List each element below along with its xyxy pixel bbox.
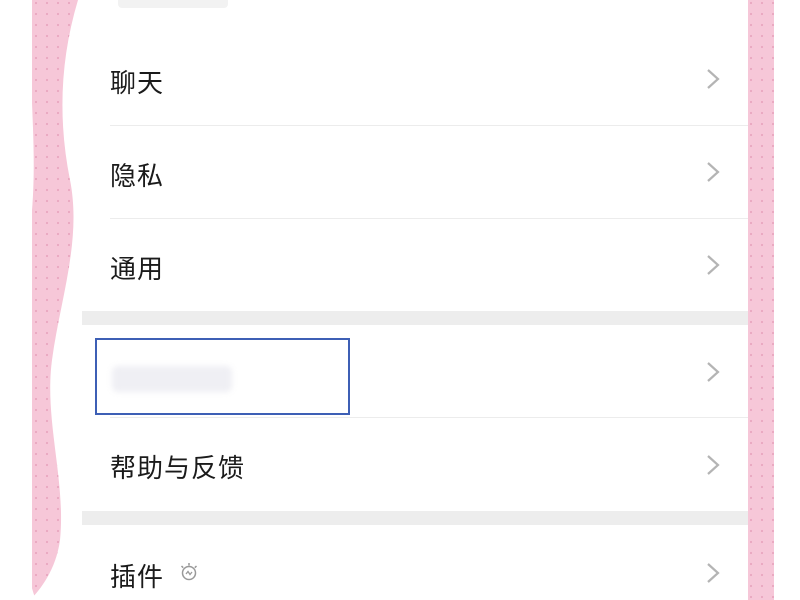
settings-item-help-feedback[interactable]: 帮助与反馈 — [82, 418, 748, 510]
chevron-right-icon — [707, 455, 720, 475]
selection-highlight-box — [95, 338, 350, 415]
screenshot-stage: 聊天 隐私 通用 帮助与反馈 插件 — [0, 0, 800, 600]
chevron-right-icon — [707, 563, 720, 583]
section-gap — [82, 311, 748, 325]
settings-item-label: 帮助与反馈 — [110, 454, 246, 484]
chevron-right-icon — [707, 162, 720, 182]
settings-item-chat[interactable]: 聊天 — [82, 33, 748, 125]
settings-item-privacy[interactable]: 隐私 — [82, 126, 748, 218]
bulb-icon — [180, 563, 198, 581]
settings-item-label: 隐私 — [110, 162, 165, 192]
chevron-right-icon — [707, 362, 720, 382]
settings-panel: 聊天 隐私 通用 帮助与反馈 插件 — [82, 0, 748, 600]
settings-item-label: 通用 — [110, 255, 165, 285]
settings-item-general[interactable]: 通用 — [82, 219, 748, 311]
section-gap — [82, 511, 748, 525]
chevron-right-icon — [707, 255, 720, 275]
chevron-right-icon — [707, 69, 720, 89]
settings-item-label: 聊天 — [110, 69, 165, 99]
previous-item-remnant — [118, 0, 228, 8]
settings-item-plugins[interactable]: 插件 — [82, 525, 748, 600]
settings-item-label: 插件 — [110, 563, 165, 593]
